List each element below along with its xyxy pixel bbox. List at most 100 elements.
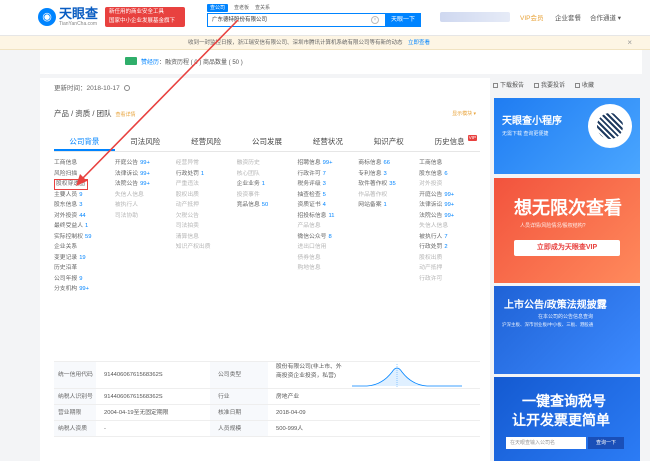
grid-item[interactable]: 工商信息: [54, 158, 115, 169]
tab-intellectual-property[interactable]: 知识产权: [358, 134, 419, 151]
tab-company-background[interactable]: 公司背景: [54, 134, 115, 151]
grid-item[interactable]: 资质证书 4: [297, 200, 358, 211]
grid-item[interactable]: 产品信息: [297, 221, 358, 232]
blurred-nav-item[interactable]: [440, 12, 510, 22]
grid-item[interactable]: 股权穿透图NEW: [54, 179, 88, 190]
grid-item[interactable]: 软件著作权 35: [358, 179, 419, 190]
grid-item[interactable]: 微信公众号 8: [297, 232, 358, 243]
grid-item[interactable]: 主要人员 9: [54, 190, 115, 201]
grid-item[interactable]: 进出口信用: [297, 242, 358, 253]
tab-history[interactable]: 历史信息 VIP: [419, 134, 480, 151]
complaint-button[interactable]: 我要投诉: [534, 80, 565, 89]
close-icon[interactable]: ×: [627, 36, 632, 50]
grid-item-count: 3: [79, 202, 83, 208]
grid-item[interactable]: 行政处罚 1: [176, 169, 237, 180]
grid-item[interactable]: 实际控制权 59: [54, 232, 115, 243]
grid-item[interactable]: 专利信息 3: [358, 169, 419, 180]
grid-item[interactable]: 公司年报 9: [54, 274, 115, 285]
search-tab-relation[interactable]: 查关系: [255, 4, 270, 12]
grid-item[interactable]: 经营异常: [176, 158, 237, 169]
grid-item-label: 企业关系: [54, 244, 78, 250]
clear-icon[interactable]: ×: [371, 16, 379, 24]
grid-item[interactable]: 法院公告 99+: [419, 211, 480, 222]
tax-id-ad[interactable]: 一键查询税号 让开发票更简单 在天眼查输入公司名 查询一下: [494, 377, 640, 461]
grid-item[interactable]: 企业关系: [54, 242, 115, 253]
grid-item[interactable]: 开庭公告 99+: [419, 190, 480, 201]
tab-operating-status[interactable]: 经营状况: [297, 134, 358, 151]
grid-item[interactable]: 股东信息 3: [54, 200, 115, 211]
grid-item[interactable]: 清算信息: [176, 232, 237, 243]
grid-item[interactable]: 核心团队: [237, 169, 298, 180]
grid-item[interactable]: 历史沿革: [54, 263, 115, 274]
listing-announcement-ad[interactable]: 上市公告/政策法规披露 在本公司的公告信息查询 沪深主板、深市创业板/中小板、三…: [494, 286, 640, 374]
grid-item[interactable]: 股权出质: [419, 253, 480, 264]
grid-item[interactable]: 行政许可: [419, 274, 480, 285]
search-tab-company[interactable]: 查公司: [207, 4, 229, 12]
grid-item[interactable]: 欠税公告: [176, 211, 237, 222]
grid-item[interactable]: 法律诉讼 99+: [419, 200, 480, 211]
tab-operational-risk[interactable]: 经营风险: [176, 134, 237, 151]
download-report-button[interactable]: 下载报告: [493, 80, 524, 89]
grid-item[interactable]: 作品著作权: [358, 190, 419, 201]
grid-item[interactable]: 购地信息: [297, 263, 358, 274]
search-button[interactable]: 天眼一下: [385, 13, 421, 27]
grid-item[interactable]: 商标信息 66: [358, 158, 419, 169]
grid-item[interactable]: 竞品信息 50: [237, 200, 298, 211]
search-input[interactable]: 广东德特股份有限公司 ×: [207, 13, 385, 27]
vip-ad[interactable]: 想无限次查看 人员详情/风险情况/股权结构? 立即成为天眼查VIP: [494, 178, 640, 283]
grid-item[interactable]: 司法协助: [115, 211, 176, 222]
grid-item[interactable]: 工商信息: [419, 158, 480, 169]
grid-item[interactable]: 法院公告 99+: [115, 179, 176, 190]
grid-item[interactable]: 债券信息: [297, 253, 358, 264]
grid-item[interactable]: 分支机构 99+: [54, 284, 115, 295]
become-vip-button[interactable]: 立即成为天眼查VIP: [514, 240, 620, 256]
grid-item[interactable]: 严重违法: [176, 179, 237, 190]
grid-item[interactable]: 开庭公告 99+: [115, 158, 176, 169]
section-detail-link[interactable]: 查看详情: [116, 112, 136, 118]
grid-item[interactable]: 融资历史: [237, 158, 298, 169]
grid-item[interactable]: 动产抵押: [176, 200, 237, 211]
grid-item[interactable]: 行政许可 7: [297, 169, 358, 180]
ad4-input[interactable]: 在天眼查输入公司名: [506, 437, 586, 449]
strip-highlight[interactable]: 赞经历: [141, 60, 159, 66]
grid-item[interactable]: 被执行人 7: [419, 232, 480, 243]
grid-item[interactable]: 动产抵押: [419, 263, 480, 274]
grid-item[interactable]: 失信人信息: [419, 221, 480, 232]
grid-item[interactable]: 招聘信息 99+: [297, 158, 358, 169]
site-logo[interactable]: ◉ 天眼查 TianYanCha.com: [38, 7, 98, 27]
ad4-query-button[interactable]: 查询一下: [588, 437, 624, 449]
grid-item[interactable]: 最终受益人 1: [54, 221, 115, 232]
tab-company-development[interactable]: 公司发展: [237, 134, 298, 151]
grid-item[interactable]: 对外投资: [419, 179, 480, 190]
tab-judicial-risk[interactable]: 司法风险: [115, 134, 176, 151]
notice-view-link[interactable]: 立即查看: [408, 40, 430, 46]
promo-banner[interactable]: 新任用的商业安全工具 国家中小企业发展基金旗下: [105, 7, 185, 27]
grid-item[interactable]: 变更记录 19: [54, 253, 115, 264]
grid-item[interactable]: 知识产权出质: [176, 242, 237, 253]
show-module-dropdown[interactable]: 显示模块 ▾: [452, 110, 476, 117]
grid-item-label: 产品信息: [297, 223, 321, 229]
grid-item[interactable]: 税务评级 3: [297, 179, 358, 190]
grid-item[interactable]: 企业业务 1: [237, 179, 298, 190]
search-tab-boss[interactable]: 查老板: [234, 4, 249, 12]
grid-item[interactable]: 风险扫描: [54, 169, 115, 180]
grid-item[interactable]: 对外投资 44: [54, 211, 115, 222]
grid-item[interactable]: 失信人信息: [115, 190, 176, 201]
vip-link[interactable]: VIP会员: [520, 12, 543, 22]
grid-item[interactable]: 网站备案 1: [358, 200, 419, 211]
grid-item[interactable]: 抽查检查 5: [297, 190, 358, 201]
grid-item[interactable]: 司法拍卖: [176, 221, 237, 232]
grid-item[interactable]: 法律诉讼 99+: [115, 169, 176, 180]
miniprogram-ad[interactable]: 天眼查小程序 无需下载 查询更便捷: [494, 98, 640, 174]
grid-item[interactable]: 行政处罚 2: [419, 242, 480, 253]
grid-item[interactable]: 股东信息 6: [419, 169, 480, 180]
grid-item[interactable]: 招投标信息 11: [297, 211, 358, 222]
grid-item[interactable]: 股权出质: [176, 190, 237, 201]
refresh-icon[interactable]: [123, 85, 130, 91]
grid-item[interactable]: 投资事件: [237, 190, 298, 201]
favorite-button[interactable]: 收藏: [575, 80, 594, 89]
grid-item-count: 99+: [79, 286, 90, 292]
cooperation-link[interactable]: 合作通道 ▾: [590, 12, 621, 22]
enterprise-package-link[interactable]: 企业套餐: [555, 12, 581, 22]
grid-item[interactable]: 被执行人: [115, 200, 176, 211]
